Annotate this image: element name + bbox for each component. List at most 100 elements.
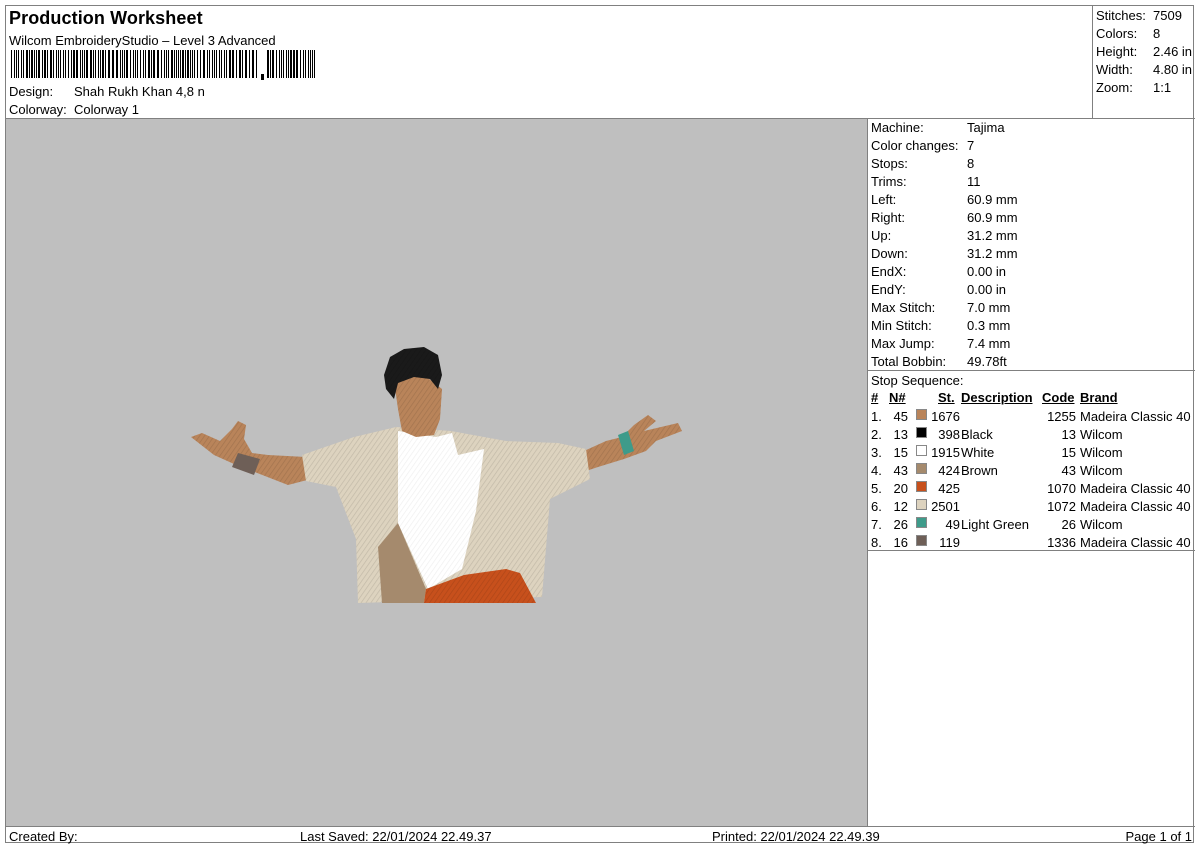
stop-code: 1336 bbox=[1047, 535, 1076, 550]
info-label: EndX: bbox=[871, 264, 907, 279]
stop-code: 1072 bbox=[1047, 499, 1076, 514]
machine-info: Machine: Tajima Color changes: 7 Stops: 8 T… bbox=[868, 119, 1195, 371]
colorway-label: Colorway: bbox=[9, 102, 67, 117]
stat-value: 8 bbox=[1153, 26, 1161, 41]
stop-stitches: 119 bbox=[939, 535, 960, 550]
stop-needle: 13 bbox=[893, 427, 908, 442]
stop-index: 8. bbox=[871, 535, 882, 550]
stop-code: 1255 bbox=[1047, 409, 1076, 424]
info-label: Color changes: bbox=[871, 138, 959, 153]
design-row: Design: Shah Rukh Khan 4,8 n bbox=[9, 84, 205, 99]
info-endy: EndY: 0.00 in bbox=[871, 282, 1006, 297]
stat-width: Width: 4.80 in bbox=[1096, 62, 1192, 77]
info-machine: Machine: Tajima bbox=[871, 120, 1005, 135]
design-preview bbox=[6, 119, 868, 826]
stat-label: Colors: bbox=[1096, 26, 1138, 41]
stop-index: 3. bbox=[871, 445, 882, 460]
info-right: Right: 60.9 mm bbox=[871, 210, 1018, 225]
embroidery-figure bbox=[191, 347, 682, 603]
stat-label: Stitches: bbox=[1096, 8, 1146, 23]
last-saved: Last Saved: 22/01/2024 22.49.37 bbox=[300, 829, 492, 844]
info-value: 11 bbox=[967, 174, 981, 189]
stop-brand: Wilcom bbox=[1080, 427, 1123, 442]
stop-sequence: Stop Sequence: # N# St. Description Code… bbox=[868, 371, 1195, 551]
stop-brand: Wilcom bbox=[1080, 445, 1123, 460]
stat-stitches: Stitches: 7509 bbox=[1096, 8, 1182, 23]
design-label: Design: bbox=[9, 84, 54, 99]
printed-date: Printed: 22/01/2024 22.49.39 bbox=[712, 829, 880, 844]
stop-brand: Madeira Classic 40 bbox=[1080, 535, 1191, 550]
worksheet-footer: Created By: Last Saved: 22/01/2024 22.49… bbox=[6, 826, 1195, 844]
col-header-n: N# bbox=[889, 390, 906, 405]
col-header-description: Description bbox=[961, 390, 1033, 405]
stop-stitches: 398 bbox=[938, 427, 960, 442]
info-stops: Stops: 8 bbox=[871, 156, 974, 171]
info-min-stitch: Min Stitch: 0.3 mm bbox=[871, 318, 1010, 333]
info-label: Max Stitch: bbox=[871, 300, 936, 315]
info-label: Trims: bbox=[871, 174, 907, 189]
stop-needle: 16 bbox=[893, 535, 908, 550]
info-label: Stops: bbox=[871, 156, 908, 171]
stop-row: 3. 15 1915 White 15 Wilcom bbox=[868, 445, 1195, 463]
info-label: Max Jump: bbox=[871, 336, 935, 351]
stop-index: 7. bbox=[871, 517, 882, 532]
col-header-st: St. bbox=[938, 390, 955, 405]
info-value: 60.9 mm bbox=[967, 210, 1018, 225]
design-value: Shah Rukh Khan 4,8 n bbox=[74, 84, 205, 99]
stat-height: Height: 2.46 in bbox=[1096, 44, 1192, 59]
stop-stitches: 1915 bbox=[931, 445, 960, 460]
info-value: 0.00 in bbox=[967, 264, 1007, 279]
info-value: 7.0 mm bbox=[967, 300, 1011, 315]
stop-stitches: 49 bbox=[945, 517, 960, 532]
info-max-stitch: Max Stitch: 7.0 mm bbox=[871, 300, 1010, 315]
page-title: Production Worksheet bbox=[9, 8, 203, 28]
page-number: Page 1 of 1 bbox=[1125, 829, 1193, 844]
stat-label: Width: bbox=[1096, 62, 1133, 77]
stop-index: 1. bbox=[871, 409, 882, 424]
stat-colors: Colors: 8 bbox=[1096, 26, 1160, 41]
barcode bbox=[11, 50, 315, 80]
col-header-brand: Brand bbox=[1080, 390, 1118, 405]
stop-stitches: 424 bbox=[938, 463, 960, 478]
stop-brand: Wilcom bbox=[1080, 463, 1123, 478]
stop-row: 1. 45 1676 1255 Madeira Classic 40 bbox=[868, 409, 1195, 427]
colorway-row: Colorway: Colorway 1 bbox=[9, 102, 139, 117]
stop-brand: Madeira Classic 40 bbox=[1080, 481, 1191, 496]
stop-brand: Madeira Classic 40 bbox=[1080, 499, 1191, 514]
stop-code: 26 bbox=[1061, 517, 1076, 532]
stop-row: 2. 13 398 Black 13 Wilcom bbox=[868, 427, 1195, 445]
stop-index: 2. bbox=[871, 427, 882, 442]
stop-code: 13 bbox=[1061, 427, 1076, 442]
info-value: 60.9 mm bbox=[967, 192, 1018, 207]
stop-code: 15 bbox=[1061, 445, 1076, 460]
stop-description: Black bbox=[961, 427, 993, 442]
stop-sequence-title: Stop Sequence: bbox=[871, 373, 964, 388]
stat-value: 1:1 bbox=[1153, 80, 1172, 95]
stop-row: 4. 43 424 Brown 43 Wilcom bbox=[868, 463, 1195, 481]
stop-description: Brown bbox=[961, 463, 998, 478]
stop-stitches: 1676 bbox=[931, 409, 960, 424]
info-left: Left: 60.9 mm bbox=[871, 192, 1018, 207]
stop-row: 8. 16 119 1336 Madeira Classic 40 bbox=[868, 535, 1195, 553]
info-value: 0.00 in bbox=[967, 282, 1007, 297]
design-stats: Stitches: 7509 Colors: 8 Height: 2.46 in Wi… bbox=[1093, 6, 1195, 119]
info-value: Tajima bbox=[967, 120, 1005, 135]
stat-value: 4.80 in bbox=[1153, 62, 1193, 77]
stat-label: Zoom: bbox=[1096, 80, 1133, 95]
stop-index: 6. bbox=[871, 499, 882, 514]
stop-code: 1070 bbox=[1047, 481, 1076, 496]
stop-stitches: 2501 bbox=[931, 499, 960, 514]
info-label: Machine: bbox=[871, 120, 924, 135]
stat-label: Height: bbox=[1096, 44, 1138, 59]
info-label: EndY: bbox=[871, 282, 906, 297]
worksheet-header: Production Worksheet Wilcom EmbroiderySt… bbox=[6, 6, 1093, 119]
info-value: 49.78ft bbox=[967, 354, 1007, 369]
info-label: Left: bbox=[871, 192, 897, 207]
stop-needle: 45 bbox=[893, 409, 908, 424]
stat-value: 7509 bbox=[1153, 8, 1182, 23]
info-label: Right: bbox=[871, 210, 905, 225]
stop-brand: Madeira Classic 40 bbox=[1080, 409, 1191, 424]
info-value: 7 bbox=[967, 138, 975, 153]
stop-stitches: 425 bbox=[938, 481, 960, 496]
stop-index: 4. bbox=[871, 463, 882, 478]
